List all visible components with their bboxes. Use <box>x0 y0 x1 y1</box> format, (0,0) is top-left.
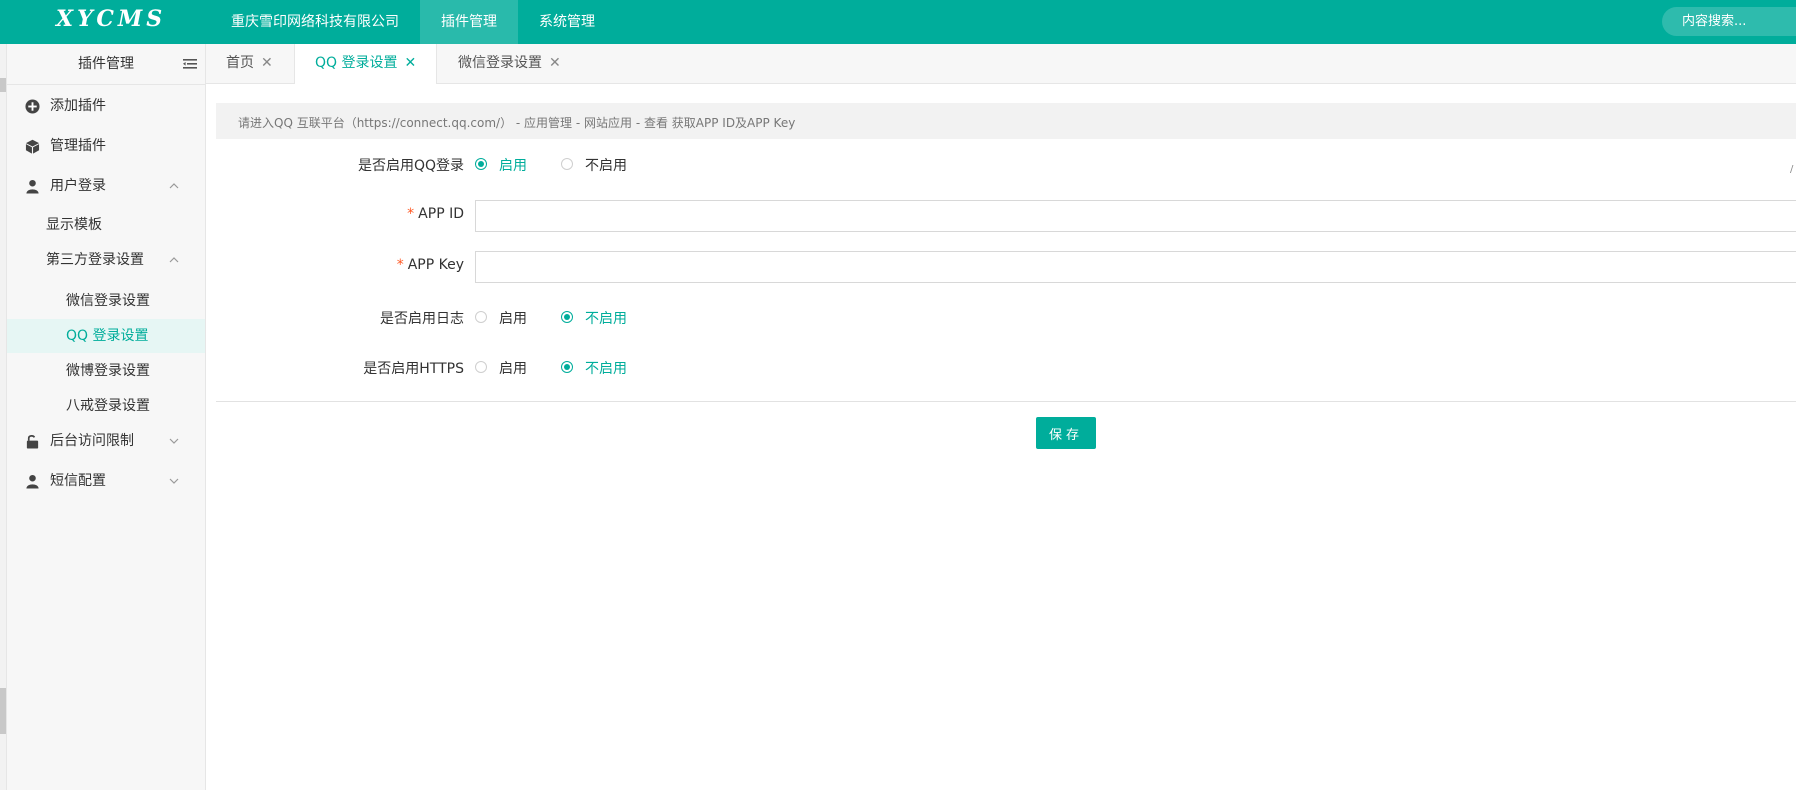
enable-qq-off-label[interactable]: 不启用 <box>585 155 627 175</box>
top-nav-company[interactable]: 重庆雪印网络科技有限公司 <box>210 0 420 44</box>
menu-collapse-icon[interactable] <box>183 57 197 71</box>
sidebar-item-sms-config[interactable]: 短信配置 <box>7 464 205 498</box>
app-id-label: * APP ID <box>214 206 464 222</box>
sidebar-item-display-template[interactable]: 显示模板 <box>7 208 205 242</box>
required-mark: * <box>396 257 404 273</box>
save-button[interactable]: 保存 <box>1036 417 1096 449</box>
logo: XYCMS <box>56 6 167 32</box>
content-search-input[interactable]: 内容搜索... <box>1662 7 1796 36</box>
user-icon <box>26 474 39 489</box>
form-divider <box>216 401 1796 402</box>
sidebar-item-label: 八戒登录设置 <box>66 398 150 414</box>
tab-wechat-login-settings[interactable]: 微信登录设置 ✕ <box>438 44 581 83</box>
gutter-mark <box>0 78 6 92</box>
help-notice: 请进入QQ 互联平台（https://connect.qq.com/） - 应用… <box>216 103 1796 139</box>
app-id-label-text: APP ID <box>418 206 464 222</box>
app-id-input[interactable] <box>475 200 1796 232</box>
close-icon[interactable]: ✕ <box>549 55 561 71</box>
sidebar-item-third-party-login[interactable]: 第三方登录设置 <box>7 243 205 277</box>
top-nav: 重庆雪印网络科技有限公司 插件管理 系统管理 <box>210 0 616 44</box>
sidebar-item-qq-login[interactable]: QQ 登录设置 <box>7 319 205 353</box>
enable-qq-on-radio[interactable] <box>475 158 487 170</box>
sidebar-item-manage-plugin[interactable]: 管理插件 <box>7 129 205 163</box>
close-icon[interactable]: ✕ <box>261 55 273 71</box>
app-key-label: * APP Key <box>214 257 464 273</box>
sidebar-item-label: 管理插件 <box>50 138 106 154</box>
chevron-down-icon <box>169 478 179 484</box>
close-icon[interactable]: ✕ <box>405 55 417 71</box>
top-nav-plugin-management[interactable]: 插件管理 <box>420 0 518 44</box>
required-mark: * <box>407 206 415 222</box>
sidebar-item-label: 用户登录 <box>50 178 106 194</box>
top-bar: XYCMS 重庆雪印网络科技有限公司 插件管理 系统管理 内容搜索... <box>0 0 1796 44</box>
sidebar-item-label: 后台访问限制 <box>50 433 134 449</box>
sidebar-item-label: 微信登录设置 <box>66 293 150 309</box>
enable-log-off-radio[interactable] <box>561 311 573 323</box>
sidebar-item-weibo-login[interactable]: 微博登录设置 <box>7 354 205 388</box>
user-icon <box>26 179 39 194</box>
enable-log-on-radio[interactable] <box>475 311 487 323</box>
app-key-input[interactable] <box>475 251 1796 283</box>
sidebar-item-bajie-login[interactable]: 八戒登录设置 <box>7 389 205 423</box>
cube-icon <box>25 139 40 154</box>
sidebar-item-label: 第三方登录设置 <box>46 252 144 268</box>
sidebar-item-wechat-login[interactable]: 微信登录设置 <box>7 284 205 318</box>
sidebar-item-label: 添加插件 <box>50 98 106 114</box>
tab-bar: 首页 ✕ QQ 登录设置 ✕ 微信登录设置 ✕ <box>206 44 1796 84</box>
left-window-gutter <box>0 0 7 790</box>
sidebar: 插件管理 添加插件 管理插件 用户登录 显示模板 第三方登录设置 微信登录设置 … <box>7 44 206 790</box>
chevron-down-icon <box>169 438 179 444</box>
sidebar-title: 插件管理 <box>78 56 134 72</box>
top-nav-system-management[interactable]: 系统管理 <box>518 0 616 44</box>
gutter-scroll-mark <box>0 688 6 734</box>
chevron-up-icon <box>169 183 179 189</box>
enable-https-off-label[interactable]: 不启用 <box>585 358 627 378</box>
enable-qq-off-radio[interactable] <box>561 158 573 170</box>
edge-mark: / <box>1790 164 1794 175</box>
chevron-up-icon <box>169 257 179 263</box>
enable-https-off-radio[interactable] <box>561 361 573 373</box>
tab-home[interactable]: 首页 ✕ <box>206 44 293 83</box>
sidebar-item-add-plugin[interactable]: 添加插件 <box>7 89 205 123</box>
enable-log-off-label[interactable]: 不启用 <box>585 308 627 328</box>
sidebar-item-label: 显示模板 <box>46 217 102 233</box>
app-key-label-text: APP Key <box>407 257 464 273</box>
tab-label: 首页 <box>226 55 254 71</box>
unlock-icon <box>26 435 39 449</box>
sidebar-item-label: 微博登录设置 <box>66 363 150 379</box>
enable-https-on-label[interactable]: 启用 <box>499 358 527 378</box>
plus-circle-icon <box>25 99 40 114</box>
enable-qq-on-label[interactable]: 启用 <box>499 155 527 175</box>
enable-qq-label: 是否启用QQ登录 <box>357 158 464 174</box>
enable-https-label: 是否启用HTTPS <box>363 361 464 377</box>
sidebar-item-label: 短信配置 <box>50 473 106 489</box>
enable-log-on-label[interactable]: 启用 <box>499 308 527 328</box>
sidebar-item-user-login[interactable]: 用户登录 <box>7 169 205 203</box>
tab-label: 微信登录设置 <box>458 55 542 71</box>
sidebar-header: 插件管理 <box>7 44 205 85</box>
tab-label: QQ 登录设置 <box>315 55 398 71</box>
enable-https-on-radio[interactable] <box>475 361 487 373</box>
sidebar-item-admin-access-limit[interactable]: 后台访问限制 <box>7 424 205 458</box>
tab-qq-login-settings[interactable]: QQ 登录设置 ✕ <box>294 44 438 84</box>
sidebar-item-label: QQ 登录设置 <box>66 328 149 344</box>
enable-log-label: 是否启用日志 <box>380 311 464 327</box>
